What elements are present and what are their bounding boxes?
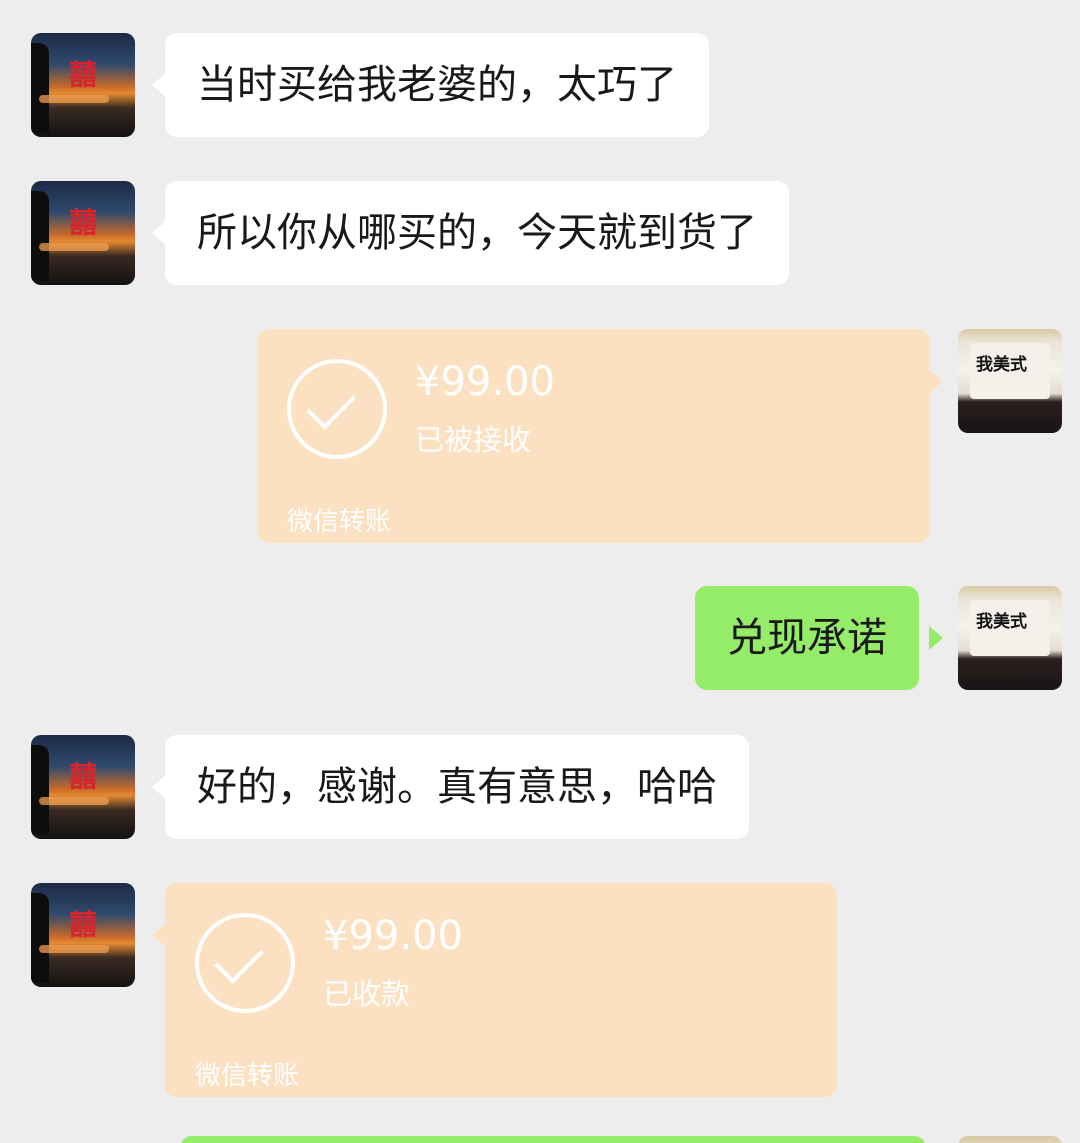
contact-avatar[interactable]: 囍 bbox=[31, 735, 135, 839]
avatar-decoration bbox=[31, 893, 49, 983]
bubble-tail bbox=[152, 775, 166, 799]
message-bubble[interactable]: 所以你从哪买的，今天就到货了 bbox=[165, 181, 789, 285]
bubble-tail bbox=[929, 369, 943, 393]
transfer-status: 已收款 bbox=[323, 977, 411, 1011]
transfer-amount: ¥99.00 bbox=[323, 913, 463, 959]
check-icon bbox=[287, 359, 387, 459]
avatar-decoration bbox=[39, 243, 109, 251]
bubble-tail bbox=[152, 73, 166, 97]
contact-avatar[interactable]: 囍 bbox=[31, 33, 135, 137]
double-happiness-icon: 囍 bbox=[69, 206, 98, 239]
contact-avatar[interactable]: 囍 bbox=[31, 883, 135, 987]
avatar-decoration bbox=[39, 797, 109, 805]
my-avatar[interactable]: 我美式 bbox=[958, 329, 1062, 433]
transfer-status: 已被接收 bbox=[415, 423, 532, 457]
chat-container[interactable]: 囍 当时买给我老婆的，太巧了 囍 所以你从哪买的，今天就到货了 ¥99.00 已… bbox=[0, 0, 1080, 1143]
avatar-decoration bbox=[39, 95, 109, 103]
message-bubble[interactable]: 好的，感谢。真有意思，哈哈 bbox=[165, 735, 749, 839]
avatar-decoration bbox=[31, 43, 49, 133]
avatar-decoration bbox=[31, 191, 49, 281]
bubble-tail bbox=[152, 221, 166, 245]
transfer-card[interactable]: ¥99.00 已被接收 微信转账 bbox=[257, 329, 929, 543]
message-bubble[interactable]: 当时买给我老婆的，太巧了 bbox=[165, 33, 709, 137]
bubble-tail bbox=[152, 923, 166, 947]
bubble-tail bbox=[929, 626, 943, 650]
transfer-amount: ¥99.00 bbox=[415, 359, 555, 405]
message-bubble[interactable]: 兑现承诺 bbox=[695, 586, 919, 690]
my-avatar-partial[interactable] bbox=[958, 1136, 1062, 1143]
double-happiness-icon: 囍 bbox=[69, 908, 98, 941]
avatar-decoration bbox=[31, 745, 49, 835]
transfer-card[interactable]: ¥99.00 已收款 微信转账 bbox=[165, 883, 837, 1097]
transfer-label: 微信转账 bbox=[287, 507, 392, 537]
avatar-brand-text: 我美式 bbox=[976, 612, 1027, 632]
double-happiness-icon: 囍 bbox=[69, 760, 98, 793]
contact-avatar[interactable]: 囍 bbox=[31, 181, 135, 285]
message-bubble-partial[interactable] bbox=[180, 1136, 926, 1143]
double-happiness-icon: 囍 bbox=[69, 58, 98, 91]
avatar-decoration bbox=[39, 945, 109, 953]
avatar-brand-text: 我美式 bbox=[976, 355, 1027, 375]
my-avatar[interactable]: 我美式 bbox=[958, 586, 1062, 690]
check-icon bbox=[195, 913, 295, 1013]
transfer-label: 微信转账 bbox=[195, 1061, 300, 1091]
